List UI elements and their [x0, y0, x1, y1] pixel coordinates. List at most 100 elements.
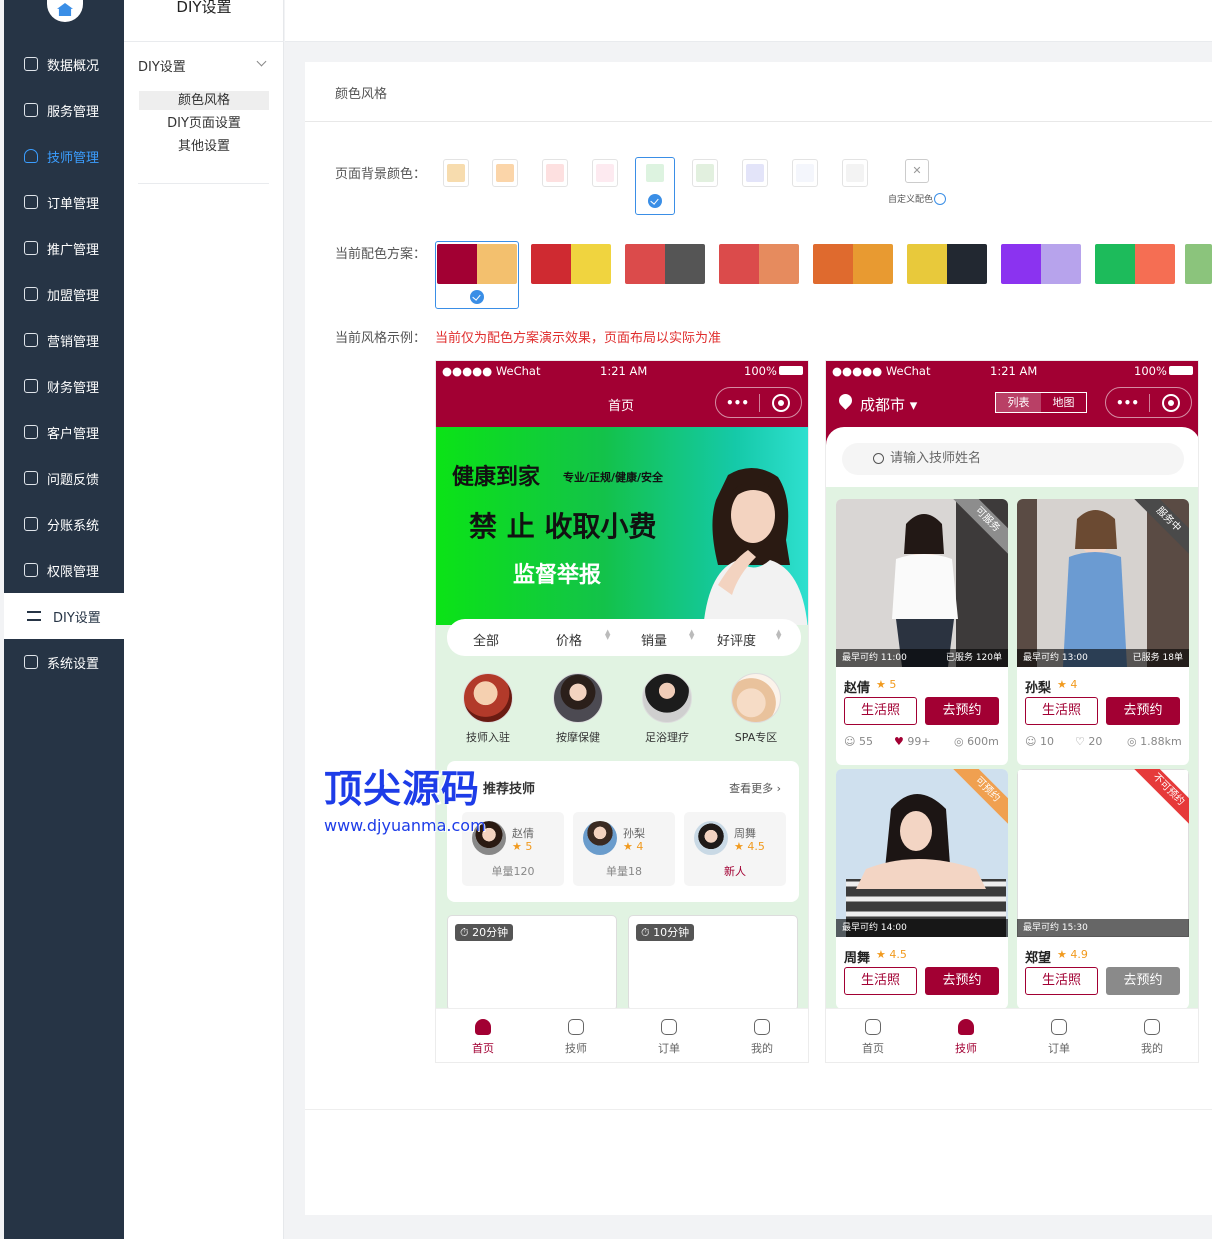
book-button[interactable]: 去预约	[1106, 697, 1180, 725]
sidebar-item-promotion[interactable]: 推广管理	[4, 225, 124, 271]
technician-card[interactable]: 可预约 最早可约 14:00 周舞 ★ 4.5 生活照 去预约	[836, 769, 1008, 1009]
close-circle-icon	[772, 393, 790, 412]
book-button[interactable]: 去预约	[925, 697, 999, 725]
scheme-color	[1095, 244, 1135, 284]
view-map-button[interactable]: 地图	[1041, 393, 1086, 412]
color-scheme-option[interactable]	[1185, 244, 1212, 284]
color-scheme-option[interactable]	[531, 244, 611, 284]
bg-color-swatch[interactable]	[742, 159, 768, 187]
color-scheme-option[interactable]	[625, 244, 705, 284]
color-scheme-option[interactable]	[719, 244, 799, 284]
scheme-color	[1185, 244, 1199, 284]
tab-technician[interactable]: 技师	[551, 1017, 601, 1056]
tab-home[interactable]: 首页	[848, 1017, 898, 1056]
life-photo-button[interactable]: 生活照	[844, 967, 917, 995]
color-chip	[696, 164, 714, 182]
sort-price[interactable]: 价格	[556, 630, 582, 649]
tab-mine[interactable]: 我的	[1127, 1017, 1177, 1056]
book-button[interactable]: 去预约	[1106, 967, 1180, 995]
submenu-link-other[interactable]: 其他设置	[139, 137, 269, 156]
book-button[interactable]: 去预约	[925, 967, 999, 995]
city-selector[interactable]: 成都市 ▾	[860, 394, 917, 415]
distance: ◎ 600m	[954, 735, 999, 748]
sort-sales[interactable]: 销量	[641, 630, 667, 649]
more-label: 查看更多	[729, 782, 774, 795]
bg-color-swatch[interactable]	[692, 159, 718, 187]
technician-card[interactable]: 服务中 最早可约 13:00 已服务 18单 孙梨 ★ 4 生活照 去预约 ☺ 1…	[1017, 499, 1189, 765]
recommend-more-link[interactable]: 查看更多 ›	[729, 780, 781, 796]
color-scheme-option[interactable]	[813, 244, 893, 284]
recommend-tech-card[interactable]: 孙梨 ★ 4 单量18	[573, 812, 675, 886]
sidebar-item-dashboard[interactable]: 数据概况	[4, 41, 124, 87]
bg-color-swatch[interactable]	[792, 159, 818, 187]
life-photo-button[interactable]: 生活照	[1025, 697, 1098, 725]
sidebar-item-diy[interactable]: DIY设置	[4, 593, 124, 639]
life-photo-button[interactable]: 生活照	[844, 697, 917, 725]
sidebar-item-technician[interactable]: 技师管理	[4, 133, 124, 179]
status-carrier: ●●●●● WeChat	[832, 364, 931, 378]
color-scheme-option[interactable]	[907, 244, 987, 284]
recommend-tech-card[interactable]: 周舞 ★ 4.5 新人	[684, 812, 786, 886]
sidebar-item-permission[interactable]: 权限管理	[4, 547, 124, 593]
scheme-color	[947, 244, 987, 284]
view-list-button[interactable]: 列表	[996, 393, 1041, 412]
technician-card[interactable]: 不可预约 最早可约 15:30 郑望 ★ 4.9 生活照 去预约	[1017, 769, 1189, 1009]
banner[interactable]: 健康到家 专业/正规/健康/安全 禁 止 收取小费 监督举报	[436, 427, 808, 625]
example-note: 当前仅为配色方案演示效果，页面布局以实际为准	[435, 331, 722, 346]
mini-capsule[interactable]: •••	[1105, 387, 1192, 418]
technician-icon	[568, 1019, 584, 1035]
submenu-link-color-style[interactable]: 颜色风格	[139, 91, 269, 110]
mini-capsule[interactable]: •••	[715, 387, 802, 418]
submenu-title: DIY设置	[176, 0, 232, 16]
scheme-color	[531, 244, 571, 284]
tech-name: 赵倩	[512, 827, 534, 840]
sidebar-item-customer[interactable]: 客户管理	[4, 409, 124, 455]
tab-order[interactable]: 订单	[1034, 1017, 1084, 1056]
bg-color-swatch[interactable]	[542, 159, 568, 187]
sidebar-item-service[interactable]: 服务管理	[4, 87, 124, 133]
sidebar-item-order[interactable]: 订单管理	[4, 179, 124, 225]
custom-color-button[interactable]: ✕	[905, 159, 929, 183]
search-input[interactable]: 请输入技师姓名	[842, 443, 1184, 475]
sidebar-item-finance[interactable]: 财务管理	[4, 363, 124, 409]
category-foot[interactable]: 足浴理疗	[637, 673, 697, 745]
tab-home[interactable]: 首页	[458, 1017, 508, 1056]
bg-color-swatch[interactable]	[592, 159, 618, 187]
life-photo-button[interactable]: 生活照	[1025, 967, 1098, 995]
tab-order[interactable]: 订单	[644, 1017, 694, 1056]
technician-card[interactable]: 可服务 最早可约 11:00 已服务 120单 赵倩 ★ 5 生活照 去预约 ☺ …	[836, 499, 1008, 765]
sort-rating[interactable]: 好评度	[717, 630, 756, 649]
sidebar-item-feedback[interactable]: 问题反馈	[4, 455, 124, 501]
bg-color-swatch[interactable]	[635, 157, 675, 215]
divider	[305, 1109, 1212, 1110]
sidebar-item-label: DIY设置	[53, 610, 101, 626]
category-join[interactable]: 技师入驻	[458, 673, 518, 745]
color-scheme-option[interactable]	[1095, 244, 1175, 284]
scheme-label: 当前配色方案：	[335, 247, 427, 262]
order-icon	[24, 195, 38, 209]
color-scheme-option[interactable]	[1001, 244, 1081, 284]
tab-technician[interactable]: 技师	[941, 1017, 991, 1056]
sidebar-item-marketing[interactable]: 营销管理	[4, 317, 124, 363]
service-card[interactable]: ⏱ 20分钟	[447, 915, 617, 1011]
sidebar-item-settings[interactable]: 系统设置	[4, 639, 124, 685]
sidebar-item-split-account[interactable]: 分账系统	[4, 501, 124, 547]
custom-color-option[interactable]: 自定义配色	[888, 192, 947, 205]
sort-all[interactable]: 全部	[473, 630, 499, 649]
service-card[interactable]: ⏱ 10分钟	[628, 915, 798, 1011]
sidebar-item-franchise[interactable]: 加盟管理	[4, 271, 124, 317]
logo[interactable]	[47, 0, 83, 22]
bg-color-swatch[interactable]	[492, 159, 518, 187]
feedback-icon	[24, 471, 38, 485]
submenu-group-toggle[interactable]: DIY设置	[138, 56, 269, 75]
bg-color-swatch[interactable]	[443, 159, 469, 187]
sidebar-item-label: 分账系统	[47, 518, 100, 534]
color-style-panel: 颜色风格 页面背景颜色： ✕ 自定义配色 当前配色方案： 当前风格示例： 当前仅…	[305, 62, 1212, 1215]
status-carrier: ●●●●● WeChat	[442, 364, 541, 378]
tab-mine[interactable]: 我的	[737, 1017, 787, 1056]
color-scheme-option[interactable]	[437, 244, 517, 284]
category-massage[interactable]: 按摩保健	[548, 673, 608, 745]
category-spa[interactable]: SPA专区	[726, 673, 786, 745]
submenu-link-diy-page[interactable]: DIY页面设置	[139, 114, 269, 133]
bg-color-swatch[interactable]	[842, 159, 868, 187]
